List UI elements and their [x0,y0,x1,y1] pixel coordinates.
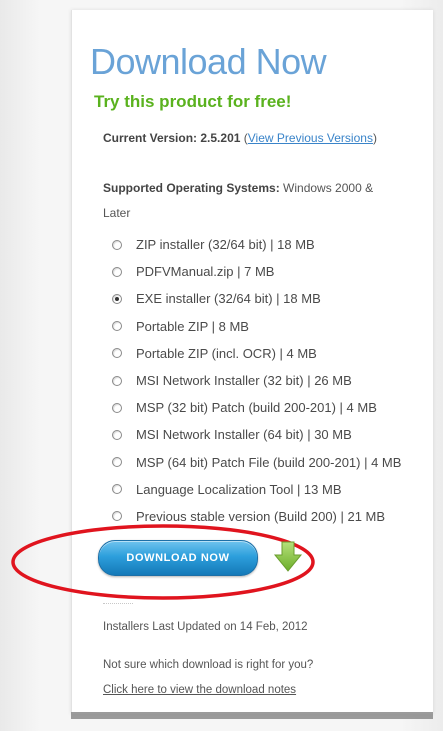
download-option[interactable]: MSP (64 bit) Patch File (build 200-201) … [112,449,443,476]
download-option[interactable]: ZIP installer (32/64 bit) | 18 MB [112,231,443,258]
current-version-label: Current Version: [103,131,198,145]
option-radio[interactable] [112,239,122,250]
section-divider [103,603,133,604]
download-option[interactable]: Language Localization Tool | 13 MB [112,476,443,503]
download-option[interactable]: PDFVManual.zip | 7 MB [112,258,443,285]
installers-last-updated: Installers Last Updated on 14 Feb, 2012 [103,621,308,633]
option-label: MSI Network Installer (64 bit) | 30 MB [136,427,352,443]
option-label: Language Localization Tool | 13 MB [136,481,342,497]
download-notes-link[interactable]: Click here to view the download notes [103,684,296,696]
supported-os-label: Supported Operating Systems: [103,181,280,195]
option-radio[interactable] [112,321,122,332]
page-title: Download Now [90,41,327,82]
option-label: EXE installer (32/64 bit) | 18 MB [136,291,321,307]
panel-bottom-bar [71,712,433,719]
option-label: MSP (32 bit) Patch (build 200-201) | 4 M… [136,400,377,416]
option-label: ZIP installer (32/64 bit) | 18 MB [136,237,315,253]
download-option[interactable]: MSI Network Installer (32 bit) | 26 MB [112,367,443,394]
option-label: MSP (64 bit) Patch File (build 200-201) … [136,454,402,470]
option-label: Portable ZIP (incl. OCR) | 4 MB [136,345,317,361]
option-radio[interactable] [112,457,122,468]
option-radio[interactable] [112,429,122,440]
option-label: Previous stable version (Build 200) | 21… [136,508,386,524]
download-option[interactable]: Portable ZIP (incl. OCR) | 4 MB [112,340,443,367]
download-option[interactable]: MSP (32 bit) Patch (build 200-201) | 4 M… [112,394,443,421]
paren-open: ( [240,131,248,145]
option-radio[interactable] [112,375,122,386]
download-option[interactable]: Previous stable version (Build 200) | 21… [112,503,443,530]
download-option[interactable]: EXE installer (32/64 bit) | 18 MB [112,285,443,312]
option-radio-selected[interactable] [112,293,122,304]
green-down-arrow-icon [273,541,303,572]
view-previous-versions-link[interactable]: View Previous Versions [248,131,373,145]
paren-close: ) [372,131,377,145]
free-trial-subtitle: Try this product for free! [94,92,292,111]
option-label: PDFVManual.zip | 7 MB [136,264,275,280]
download-option[interactable]: Portable ZIP | 8 MB [112,313,443,340]
current-version-value: 2.5.201 [200,131,241,145]
option-radio[interactable] [112,266,122,277]
supported-os-info: Supported Operating Systems: Windows 200… [103,176,403,226]
download-option[interactable]: MSI Network Installer (64 bit) | 30 MB [112,421,443,448]
download-now-button[interactable]: DOWNLOAD NOW [98,540,258,576]
option-radio[interactable] [112,511,122,522]
current-version-info: Current Version: 2.5.201 (View Previous … [103,126,403,151]
option-label: Portable ZIP | 8 MB [136,318,249,334]
download-options-list: ZIP installer (32/64 bit) | 18 MB PDFVMa… [112,231,443,530]
option-radio[interactable] [112,402,122,413]
option-radio[interactable] [112,484,122,495]
option-label: MSI Network Installer (32 bit) | 26 MB [136,373,352,389]
download-help-question: Not sure which download is right for you… [103,659,314,671]
option-radio[interactable] [112,348,122,359]
